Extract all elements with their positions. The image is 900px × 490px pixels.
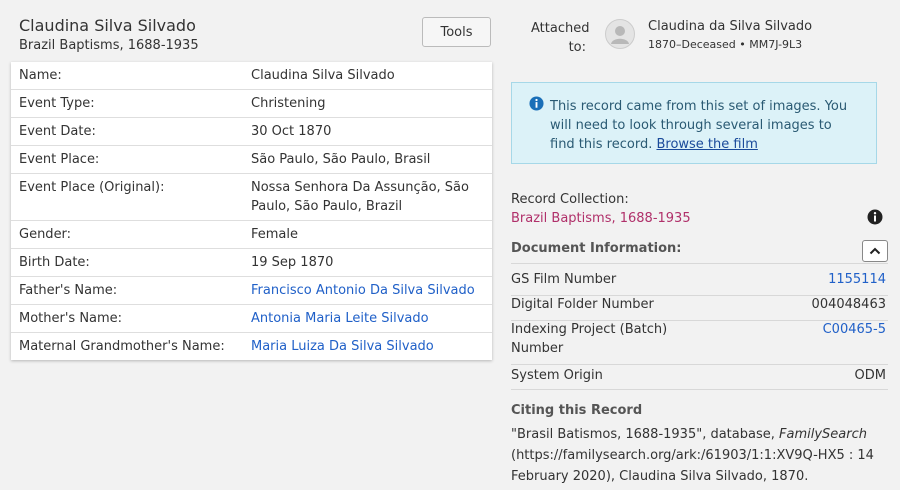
document-info-row: GS Film Number 1155114 <box>511 270 888 296</box>
record-row-value: Nossa Senhora Da Assunção, São Paulo, Sã… <box>251 180 469 214</box>
record-row-label: Gender: <box>19 227 72 242</box>
record-row: Event Place: São Paulo, São Paulo, Brasil <box>11 146 492 174</box>
browse-film-link[interactable]: Browse the film <box>656 137 757 152</box>
document-info-value: 004048463 <box>811 297 886 312</box>
citing-text-italic: FamilySearch <box>779 427 867 442</box>
record-row: Gender: Female <box>11 221 492 249</box>
record-row-label: Maternal Grandmother's Name: <box>19 339 225 354</box>
record-row: Birth Date: 19 Sep 1870 <box>11 249 492 277</box>
record-row-value-link[interactable]: Maria Luiza Da Silva Silvado <box>251 337 484 356</box>
document-info-value-link[interactable]: C00465-5 <box>823 320 886 339</box>
record-row-value: São Paulo, São Paulo, Brasil <box>251 152 431 167</box>
record-row: Event Date: 30 Oct 1870 <box>11 118 492 146</box>
info-box-text: This record came from this set of images… <box>550 97 860 154</box>
document-info-header: Document Information: <box>511 240 888 264</box>
record-row-label: Event Date: <box>19 124 96 139</box>
record-row-label: Name: <box>19 68 62 83</box>
record-row-label: Event Place: <box>19 152 100 167</box>
document-info-title: Document Information: <box>511 241 682 256</box>
record-collection-label: Record Collection: <box>511 192 629 207</box>
record-row-value: 19 Sep 1870 <box>251 255 334 270</box>
record-collection-link[interactable]: Brazil Baptisms, 1688-1935 <box>511 211 691 226</box>
record-row: Father's Name: Francisco Antonio Da Silva… <box>11 277 492 305</box>
record-row-value: Claudina Silva Silvado <box>251 68 395 83</box>
record-details-card: Name: Claudina Silva Silvado Event Type: Ch… <box>11 62 492 360</box>
document-info-value: ODM <box>854 368 886 383</box>
record-row-label: Father's Name: <box>19 283 118 298</box>
document-info-label: GS Film Number <box>511 272 617 287</box>
record-row-label: Mother's Name: <box>19 311 123 326</box>
document-info-label: System Origin <box>511 368 603 383</box>
citing-text: "Brasil Batismos, 1688-1935", database, … <box>511 424 891 487</box>
record-row-value-link[interactable]: Antonia Maria Leite Silvado <box>251 309 484 328</box>
chevron-up-icon <box>869 247 881 254</box>
tools-button[interactable]: Tools <box>422 17 491 47</box>
record-row-value: Female <box>251 227 299 242</box>
record-row-label: Event Place (Original): <box>19 180 165 195</box>
document-info-row: System Origin ODM <box>511 366 888 390</box>
citing-text-part2: (https://familysearch.org/ark:/61903/1:1… <box>511 448 874 484</box>
record-row-value: Christening <box>251 96 326 111</box>
record-row-value: 30 Oct 1870 <box>251 124 332 139</box>
record-row: Mother's Name: Antonia Maria Leite Silvad… <box>11 305 492 333</box>
attached-label-line1: Attached <box>531 21 590 36</box>
attached-label-line2: to: <box>568 40 586 55</box>
person-avatar-icon[interactable] <box>605 19 635 49</box>
record-title: Claudina Silva Silvado <box>19 16 196 35</box>
attached-to-label: Attached to: <box>531 19 590 57</box>
collection-info-icon[interactable] <box>867 209 883 229</box>
record-row-label: Event Type: <box>19 96 95 111</box>
record-row: Maternal Grandmother's Name: Maria Luiza … <box>11 333 492 360</box>
document-info-row: Indexing Project (Batch) Number C00465-5 <box>511 320 888 365</box>
document-info-label: Indexing Project (Batch) Number <box>511 322 668 356</box>
collapse-button[interactable] <box>862 240 888 262</box>
record-row: Event Type: Christening <box>11 90 492 118</box>
record-row-value-link[interactable]: Francisco Antonio Da Silva Silvado <box>251 281 484 300</box>
record-row: Event Place (Original): Nossa Senhora Da … <box>11 174 492 221</box>
attached-person-meta: 1870–Deceased • MM7J-9L3 <box>648 38 803 51</box>
record-row: Name: Claudina Silva Silvado <box>11 62 492 90</box>
info-circle-icon <box>529 96 544 115</box>
document-info-value-link[interactable]: 1155114 <box>828 270 886 289</box>
images-info-box: This record came from this set of images… <box>511 82 877 164</box>
document-info-row: Digital Folder Number 004048463 <box>511 295 888 321</box>
citing-text-part1: "Brasil Batismos, 1688-1935", database, <box>511 427 779 442</box>
citing-title: Citing this Record <box>511 403 643 418</box>
document-info-label: Digital Folder Number <box>511 297 654 312</box>
attached-person-name[interactable]: Claudina da Silva Silvado <box>648 19 812 34</box>
record-row-label: Birth Date: <box>19 255 90 270</box>
record-collection-subtitle: Brazil Baptisms, 1688-1935 <box>19 38 199 53</box>
